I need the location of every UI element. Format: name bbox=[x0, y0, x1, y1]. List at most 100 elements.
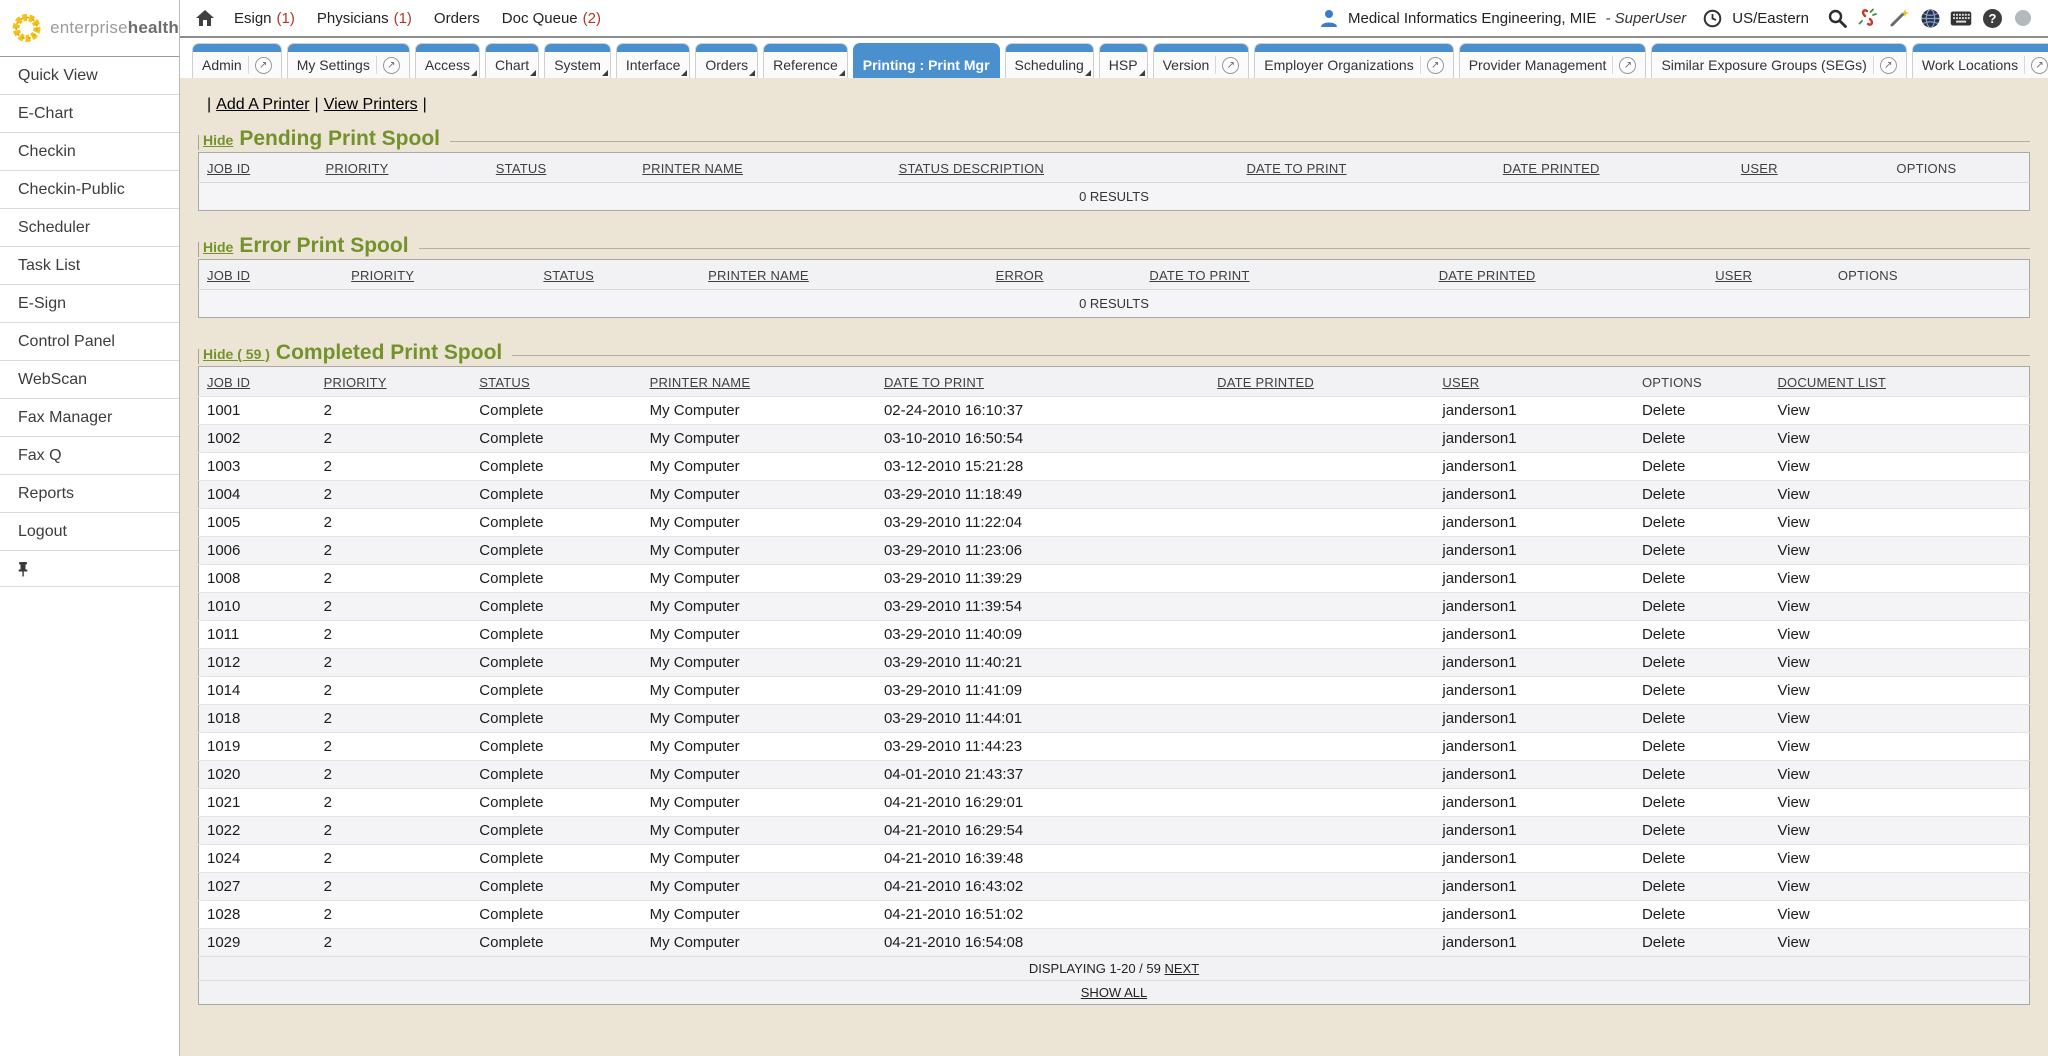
delete-link[interactable]: Delete bbox=[1642, 738, 1685, 755]
sort-link[interactable]: STATUS bbox=[479, 375, 530, 390]
view-link[interactable]: View bbox=[1777, 402, 1809, 419]
tab-interface[interactable]: Interface bbox=[616, 43, 690, 78]
view-link[interactable]: View bbox=[1777, 514, 1809, 531]
tab-similar-exposure-groups-segs[interactable]: Similar Exposure Groups (SEGs)↗ bbox=[1651, 43, 1906, 78]
view-link[interactable]: View bbox=[1777, 850, 1809, 867]
sort-link[interactable]: JOB ID bbox=[207, 161, 250, 176]
delete-link[interactable]: Delete bbox=[1642, 626, 1685, 643]
delete-link[interactable]: Delete bbox=[1642, 402, 1685, 419]
top-nav-physicians[interactable]: Physicians(1) bbox=[317, 10, 412, 27]
view-link[interactable]: View bbox=[1777, 430, 1809, 447]
help-icon[interactable]: ? bbox=[1981, 7, 2003, 29]
tab-reference[interactable]: Reference bbox=[763, 43, 848, 78]
search-icon[interactable] bbox=[1826, 7, 1848, 29]
keyboard-icon[interactable] bbox=[1950, 7, 1972, 29]
delete-link[interactable]: Delete bbox=[1642, 682, 1685, 699]
next-link[interactable]: NEXT bbox=[1164, 961, 1199, 976]
sidebar-item-control-panel[interactable]: Control Panel bbox=[0, 323, 179, 361]
tab-provider-management[interactable]: Provider Management↗ bbox=[1459, 43, 1647, 78]
delete-link[interactable]: Delete bbox=[1642, 710, 1685, 727]
show-all-link[interactable]: SHOW ALL bbox=[1081, 985, 1147, 1000]
delete-link[interactable]: Delete bbox=[1642, 878, 1685, 895]
view-link[interactable]: View bbox=[1777, 878, 1809, 895]
sort-link[interactable]: PRIORITY bbox=[324, 375, 387, 390]
globe-icon[interactable] bbox=[1919, 7, 1941, 29]
delete-link[interactable]: Delete bbox=[1642, 934, 1685, 951]
view-link[interactable]: View bbox=[1777, 822, 1809, 839]
sort-link[interactable]: PRIORITY bbox=[351, 268, 414, 283]
presence-icon[interactable] bbox=[2012, 7, 2034, 29]
view-link[interactable]: View bbox=[1777, 626, 1809, 643]
broken-link-icon[interactable] bbox=[1857, 7, 1879, 29]
sidebar-item-e-chart[interactable]: E-Chart bbox=[0, 95, 179, 133]
sort-link[interactable]: DATE PRINTED bbox=[1217, 375, 1314, 390]
view-link[interactable]: View bbox=[1777, 710, 1809, 727]
home-icon[interactable] bbox=[194, 7, 216, 29]
tab-scheduling[interactable]: Scheduling bbox=[1005, 43, 1094, 78]
tab-work-locations[interactable]: Work Locations↗ bbox=[1912, 43, 2048, 78]
sidebar-item-e-sign[interactable]: E-Sign bbox=[0, 285, 179, 323]
view-link[interactable]: View bbox=[1777, 458, 1809, 475]
sort-link[interactable]: DOCUMENT LIST bbox=[1777, 375, 1886, 390]
sidebar-pin-item[interactable] bbox=[0, 551, 179, 587]
tab-my-settings[interactable]: My Settings↗ bbox=[287, 43, 410, 78]
delete-link[interactable]: Delete bbox=[1642, 430, 1685, 447]
view-link[interactable]: View bbox=[1777, 766, 1809, 783]
error-hide-link[interactable]: Hide bbox=[203, 239, 233, 255]
tab-chart[interactable]: Chart bbox=[485, 43, 539, 78]
view-link[interactable]: View bbox=[1777, 486, 1809, 503]
wand-icon[interactable] bbox=[1888, 7, 1910, 29]
sort-link[interactable]: JOB ID bbox=[207, 375, 250, 390]
tab-hsp[interactable]: HSP bbox=[1099, 43, 1148, 78]
delete-link[interactable]: Delete bbox=[1642, 850, 1685, 867]
sidebar-item-checkin[interactable]: Checkin bbox=[0, 133, 179, 171]
clock-icon[interactable] bbox=[1701, 7, 1723, 29]
delete-link[interactable]: Delete bbox=[1642, 486, 1685, 503]
add-a-printer-link[interactable]: Add A Printer bbox=[216, 96, 309, 113]
tab-system[interactable]: System bbox=[544, 43, 611, 78]
tab-orders[interactable]: Orders bbox=[695, 43, 758, 78]
sidebar-item-fax-manager[interactable]: Fax Manager bbox=[0, 399, 179, 437]
view-link[interactable]: View bbox=[1777, 542, 1809, 559]
view-link[interactable]: View bbox=[1777, 598, 1809, 615]
sort-link[interactable]: STATUS DESCRIPTION bbox=[899, 161, 1044, 176]
delete-link[interactable]: Delete bbox=[1642, 906, 1685, 923]
sort-link[interactable]: STATUS bbox=[496, 161, 547, 176]
top-nav-orders[interactable]: Orders bbox=[434, 10, 480, 27]
sort-link[interactable]: JOB ID bbox=[207, 268, 250, 283]
sort-link[interactable]: USER bbox=[1715, 268, 1752, 283]
delete-link[interactable]: Delete bbox=[1642, 654, 1685, 671]
view-printers-link[interactable]: View Printers bbox=[324, 96, 418, 113]
sidebar-item-checkin-public[interactable]: Checkin-Public bbox=[0, 171, 179, 209]
view-link[interactable]: View bbox=[1777, 654, 1809, 671]
tab-admin[interactable]: Admin↗ bbox=[192, 43, 282, 78]
tab-version[interactable]: Version↗ bbox=[1153, 43, 1250, 78]
delete-link[interactable]: Delete bbox=[1642, 542, 1685, 559]
tab-printing-print-mgr[interactable]: Printing : Print Mgr bbox=[853, 43, 1000, 78]
sort-link[interactable]: PRIORITY bbox=[326, 161, 389, 176]
sort-link[interactable]: DATE TO PRINT bbox=[1246, 161, 1346, 176]
sort-link[interactable]: USER bbox=[1741, 161, 1778, 176]
view-link[interactable]: View bbox=[1777, 794, 1809, 811]
sidebar-item-task-list[interactable]: Task List bbox=[0, 247, 179, 285]
delete-link[interactable]: Delete bbox=[1642, 458, 1685, 475]
sort-link[interactable]: PRINTER NAME bbox=[708, 268, 809, 283]
top-nav-doc-queue[interactable]: Doc Queue(2) bbox=[502, 10, 601, 27]
view-link[interactable]: View bbox=[1777, 682, 1809, 699]
top-nav-esign[interactable]: Esign(1) bbox=[234, 10, 295, 27]
view-link[interactable]: View bbox=[1777, 934, 1809, 951]
sidebar-item-scheduler[interactable]: Scheduler bbox=[0, 209, 179, 247]
sort-link[interactable]: USER bbox=[1442, 375, 1479, 390]
sidebar-item-fax-q[interactable]: Fax Q bbox=[0, 437, 179, 475]
sort-link[interactable]: DATE TO PRINT bbox=[1149, 268, 1249, 283]
sidebar-item-quick-view[interactable]: Quick View bbox=[0, 57, 179, 95]
sort-link[interactable]: DATE TO PRINT bbox=[884, 375, 984, 390]
delete-link[interactable]: Delete bbox=[1642, 794, 1685, 811]
sidebar-item-webscan[interactable]: WebScan bbox=[0, 361, 179, 399]
sidebar-item-logout[interactable]: Logout bbox=[0, 513, 179, 551]
completed-hide-link[interactable]: Hide ( 59 ) bbox=[203, 346, 270, 362]
delete-link[interactable]: Delete bbox=[1642, 570, 1685, 587]
view-link[interactable]: View bbox=[1777, 906, 1809, 923]
delete-link[interactable]: Delete bbox=[1642, 514, 1685, 531]
delete-link[interactable]: Delete bbox=[1642, 766, 1685, 783]
